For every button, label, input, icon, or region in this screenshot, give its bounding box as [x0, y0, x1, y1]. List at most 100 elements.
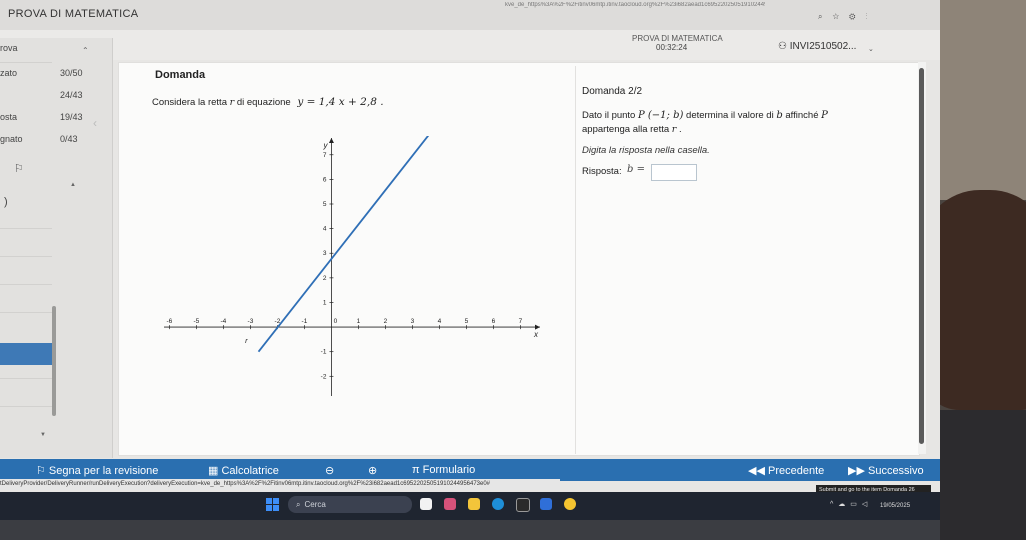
x-tick-label: 1 [357, 318, 361, 325]
question-number: Domanda 2/2 [582, 86, 643, 97]
x-tick-label: 5 [465, 318, 469, 325]
main-scrollbar-thumb[interactable] [919, 68, 924, 444]
taskbar-search[interactable]: ⌕ Cerca [288, 496, 412, 513]
item-title: Domanda [155, 69, 206, 81]
exam-name: PROVA DI MATEMATICA [632, 34, 723, 43]
sidebar-scrollbar[interactable] [52, 306, 56, 416]
question-text-line1: Dato il punto P (−1; b) determina il val… [582, 110, 828, 121]
x-tick-label: -3 [248, 318, 254, 325]
formulary-label: Formulario [422, 464, 476, 476]
scroll-down-icon[interactable]: ▼ [40, 432, 46, 438]
stem-mid: di equazione [236, 97, 291, 108]
chevron-down-icon[interactable]: ⌄ [868, 45, 874, 53]
panel-divider [575, 66, 576, 454]
y-axis-label: y [322, 141, 328, 150]
sidebar-item-count: 19/43 [60, 112, 83, 122]
calculator-label: Calcolatrice [221, 465, 279, 477]
browser-icons: ⌕☆⚙⋮ [818, 12, 878, 22]
browser-topbar: PROVA DI MATEMATICA kve_de_https%3A%2F%2… [0, 0, 940, 31]
scroll-up-icon[interactable]: ▲ [70, 182, 76, 188]
taskbar-app-store-icon[interactable] [516, 498, 530, 512]
y-tick-label: -2 [321, 373, 327, 380]
timer: 00:32:24 [656, 43, 688, 52]
sidebar-item-label: osta [0, 112, 18, 122]
status-url: tDeliveryProvider/DeliveryRunner/runDeli… [0, 479, 560, 490]
formulary-button[interactable]: π Formulario [412, 464, 475, 476]
more-icon[interactable]: ⋮ [866, 12, 878, 21]
y-tick-label: 7 [323, 152, 327, 159]
q-var2: P [821, 110, 828, 121]
monitor-icon[interactable]: ▭ [850, 501, 862, 508]
calculator-icon: ▦ [208, 465, 222, 477]
taskbar-date[interactable]: 19/05/2025 [880, 503, 910, 509]
taskbar-app-chrome-icon[interactable] [564, 498, 576, 510]
taskbar-search-placeholder: Cerca [304, 500, 326, 509]
taskbar-app-edge-icon[interactable] [492, 498, 504, 510]
y-tick-label: 5 [323, 201, 327, 208]
chevron-left-icon[interactable]: ‹ [93, 116, 97, 130]
sidebar-item-label: gnato [0, 134, 23, 144]
question-text-line2: appartenga alla retta r . [582, 124, 682, 135]
x-tick-label: -1 [302, 318, 308, 325]
footer-toolbar: ⚐ Segna per la revisione ▦ Calcolatrice … [0, 459, 940, 481]
speaker-icon[interactable]: ◁ [862, 501, 872, 508]
user-id-label: INVI2510502... [789, 41, 857, 52]
y-tick-label: 1 [323, 299, 327, 306]
search-icon[interactable]: ⌕ [818, 12, 832, 21]
sidebar-item-count: 24/43 [60, 90, 83, 100]
review-label: Segna per la revisione [48, 465, 159, 477]
y-tick-label: 4 [323, 226, 327, 233]
sidebar-item-label: zato [0, 68, 18, 78]
x-tick-label: -4 [221, 318, 227, 325]
q-line2-prefix: appartenga alla retta [582, 124, 670, 135]
x-tick-label: 4 [438, 318, 442, 325]
x-axis-label: x [533, 330, 539, 339]
question-instruction: Digita la risposta nella casella. [582, 145, 710, 156]
url-text[interactable]: kve_de_https%3A%2F%2Fitinv06mtp.itinv.ta… [505, 2, 765, 8]
main-scrollbar[interactable] [918, 62, 926, 454]
sidebar-item-current[interactable] [0, 343, 52, 365]
chevron-up-icon[interactable]: ⌃ [82, 46, 89, 55]
cloud-icon[interactable]: ☁ [838, 501, 850, 508]
q-var: b [776, 110, 783, 121]
previous-button[interactable]: ◀◀ Precedente [748, 464, 824, 477]
sidebar-item-count: 30/50 [60, 68, 83, 78]
taskbar-app-explorer-icon[interactable] [468, 498, 480, 510]
line-label: r [245, 336, 248, 345]
system-tray[interactable]: ^☁▭◁ [830, 500, 872, 508]
y-tick-label: 6 [323, 176, 327, 183]
sidebar-item-marker: ) [4, 196, 8, 208]
q-suffix: affinché [785, 110, 819, 121]
answer-variable: b = [627, 164, 645, 175]
star-icon[interactable]: ☆ [832, 12, 849, 21]
taskbar-app-photos-icon[interactable] [444, 498, 456, 510]
previous-label: Precedente [767, 465, 825, 477]
calculator-button[interactable]: ▦ Calcolatrice [208, 464, 279, 477]
flag-icon[interactable]: ⚐ [14, 162, 24, 175]
user-id[interactable]: ⚇ INVI2510502... [778, 41, 856, 52]
windows-start-icon[interactable] [266, 498, 280, 512]
taskbar-app-files-icon[interactable] [420, 498, 432, 510]
flag-icon: ⚐ [36, 465, 49, 477]
y-tick-label: 2 [323, 275, 327, 282]
x-tick-label: 6 [492, 318, 496, 325]
zoom-out-icon[interactable]: ⊖ [325, 464, 334, 477]
taskbar-app-outlook-icon[interactable] [540, 498, 552, 510]
user-icon: ⚇ [778, 41, 790, 52]
zoom-in-icon[interactable]: ⊕ [368, 464, 377, 477]
stem-variable: r [229, 97, 235, 108]
q-line2-var: r [671, 124, 677, 135]
review-button[interactable]: ⚐ Segna per la revisione [36, 464, 158, 477]
answer-label: Risposta: [582, 166, 622, 177]
monitor-bezel [0, 520, 940, 540]
sidebar-section-label: rova [0, 43, 18, 53]
settings-icon[interactable]: ⚙ [849, 12, 865, 21]
x-tick-label: 3 [411, 318, 415, 325]
q-mid: determina il valore di [686, 110, 774, 121]
q-line2-suffix: . [678, 124, 682, 135]
y-tick-label: -1 [321, 349, 327, 356]
answer-input[interactable] [651, 164, 697, 181]
q-point: P (−1; b) [637, 110, 684, 121]
app-title: PROVA DI MATEMATICA [8, 8, 139, 20]
next-button[interactable]: ▶▶ Successivo [848, 464, 924, 477]
